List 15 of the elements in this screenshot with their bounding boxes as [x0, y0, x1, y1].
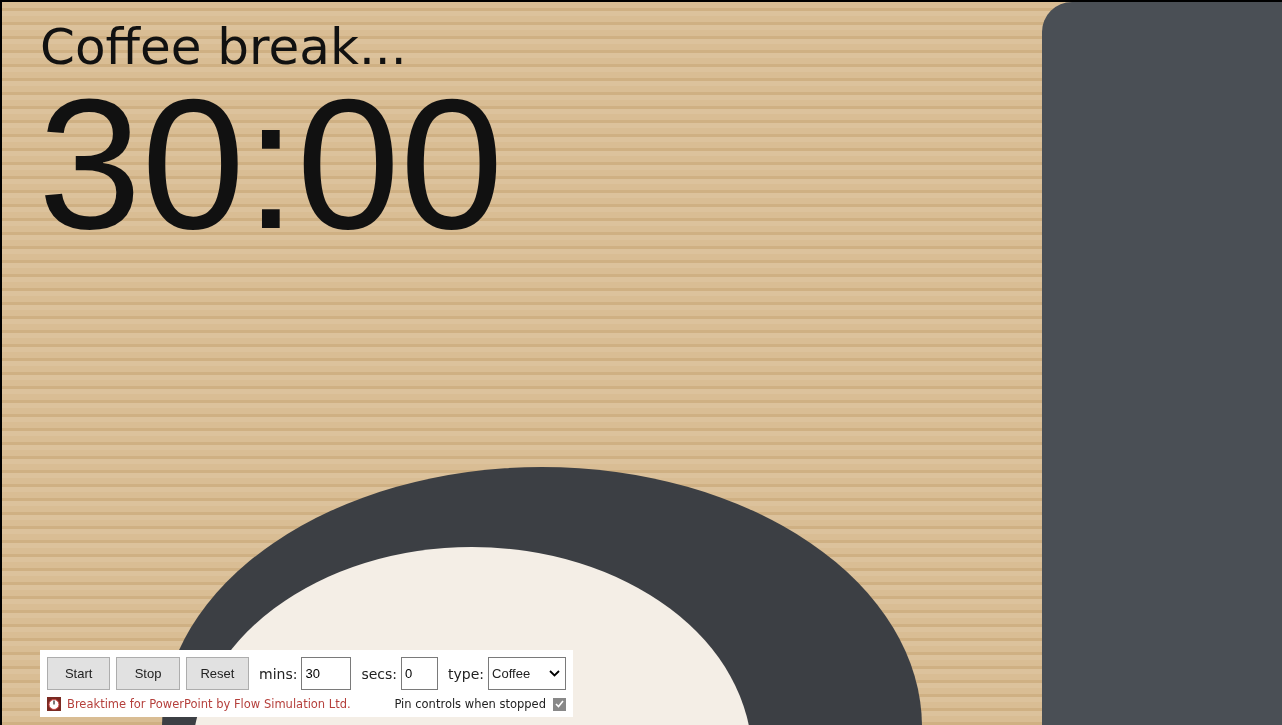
- reset-button[interactable]: Reset: [185, 657, 250, 690]
- minutes-field[interactable]: 30: [301, 657, 352, 690]
- stopwatch-icon: [47, 697, 61, 711]
- check-icon: [555, 700, 564, 708]
- seconds-field[interactable]: 0: [401, 657, 439, 690]
- type-dropdown[interactable]: Coffee: [488, 657, 566, 690]
- start-button[interactable]: Start: [47, 657, 111, 690]
- chevron-down-icon: [549, 670, 560, 677]
- seconds-label: secs:: [361, 665, 398, 682]
- pin-controls-checkbox[interactable]: [553, 697, 566, 711]
- minutes-label: mins:: [259, 665, 298, 682]
- type-label: type:: [448, 665, 485, 682]
- stop-button[interactable]: Stop: [116, 657, 180, 690]
- credit-text: Breaktime for PowerPoint by Flow Simulation Ltd.: [67, 697, 351, 711]
- pin-controls-label: Pin controls when stopped: [394, 697, 546, 711]
